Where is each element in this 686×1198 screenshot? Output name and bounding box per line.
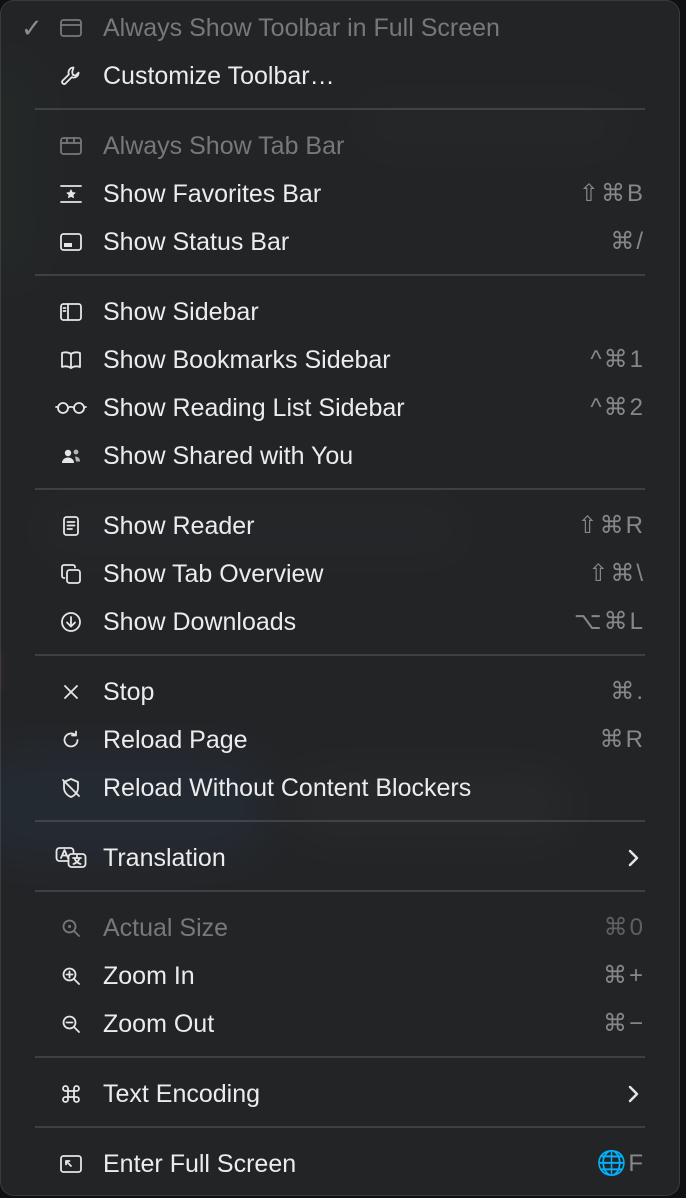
menu-item-label: Show Tab Overview bbox=[103, 560, 324, 588]
keyboard-shortcut: ⌘. bbox=[610, 678, 645, 705]
menu-item-always-show-tab-bar[interactable]: Always Show Tab Bar bbox=[1, 122, 679, 170]
menu-item-label: Enter Full Screen bbox=[103, 1150, 297, 1178]
menu-item-label: Zoom Out bbox=[103, 1010, 215, 1038]
menu-item-customize-toolbar[interactable]: Customize Toolbar… bbox=[1, 52, 679, 100]
keyboard-shortcut: ⌘R bbox=[599, 726, 645, 753]
menu-item-show-reader[interactable]: Show Reader ⇧⌘R bbox=[1, 502, 679, 550]
menu-item-label: Reload Page bbox=[103, 726, 248, 754]
command-icon bbox=[57, 1082, 85, 1106]
window-icon bbox=[57, 16, 85, 40]
menu-item-show-shared-with-you[interactable]: Show Shared with You bbox=[1, 432, 679, 480]
menu-item-label: Reload Without Content Blockers bbox=[103, 774, 472, 802]
menu-separator bbox=[35, 108, 645, 110]
glasses-icon bbox=[53, 396, 89, 420]
keyboard-shortcut: ⌘/ bbox=[610, 228, 645, 255]
menu-item-label: Show Shared with You bbox=[103, 442, 354, 470]
menu-separator bbox=[35, 488, 645, 490]
menu-item-show-status-bar[interactable]: Show Status Bar ⌘/ bbox=[1, 218, 679, 266]
menu-item-label: Always Show Toolbar in Full Screen bbox=[103, 14, 500, 42]
menu-item-label: Show Reader bbox=[103, 512, 255, 540]
menu-separator bbox=[35, 1056, 645, 1058]
chevron-right-icon bbox=[623, 848, 643, 868]
keyboard-shortcut: 🌐F bbox=[596, 1150, 645, 1177]
menu-item-label: Text Encoding bbox=[103, 1080, 261, 1108]
menu-separator bbox=[35, 820, 645, 822]
menu-separator bbox=[35, 890, 645, 892]
shared-people-icon bbox=[57, 444, 85, 468]
view-menu: ✓ Always Show Toolbar in Full Screen Cus… bbox=[0, 0, 680, 1196]
menu-item-label: Customize Toolbar… bbox=[103, 62, 335, 90]
wrench-icon bbox=[57, 64, 85, 88]
keyboard-shortcut: ^⌘2 bbox=[590, 394, 645, 421]
keyboard-shortcut: ⇧⌘\ bbox=[588, 560, 645, 587]
menu-item-show-sidebar[interactable]: Show Sidebar bbox=[1, 288, 679, 336]
download-icon bbox=[57, 610, 85, 634]
menu-item-show-favorites-bar[interactable]: Show Favorites Bar ⇧⌘B bbox=[1, 170, 679, 218]
close-icon bbox=[57, 680, 85, 704]
tab-overview-icon bbox=[57, 562, 85, 586]
menu-item-show-bookmarks-sidebar[interactable]: Show Bookmarks Sidebar ^⌘1 bbox=[1, 336, 679, 384]
status-bar-icon bbox=[57, 230, 85, 254]
keyboard-shortcut: ⌘− bbox=[602, 1010, 645, 1037]
menu-item-label: Show Status Bar bbox=[103, 228, 290, 256]
menu-item-stop[interactable]: Stop ⌘. bbox=[1, 668, 679, 716]
translate-icon bbox=[53, 846, 89, 870]
menu-item-label: Show Reading List Sidebar bbox=[103, 394, 405, 422]
fullscreen-icon bbox=[57, 1152, 85, 1176]
menu-separator bbox=[35, 1126, 645, 1128]
zoom-in-icon bbox=[57, 964, 85, 988]
menu-item-enter-full-screen[interactable]: Enter Full Screen 🌐F bbox=[1, 1140, 679, 1188]
menu-item-label: Actual Size bbox=[103, 914, 229, 942]
shield-slash-icon bbox=[57, 776, 85, 800]
menu-item-always-show-toolbar[interactable]: ✓ Always Show Toolbar in Full Screen bbox=[1, 4, 679, 52]
menu-item-label: Show Favorites Bar bbox=[103, 180, 322, 208]
menu-item-label: Show Downloads bbox=[103, 608, 297, 636]
menu-item-zoom-in[interactable]: Zoom In ⌘+ bbox=[1, 952, 679, 1000]
menu-item-show-downloads[interactable]: Show Downloads ⌥⌘L bbox=[1, 598, 679, 646]
tab-bar-icon bbox=[57, 134, 85, 158]
book-icon bbox=[57, 348, 85, 372]
zoom-out-icon bbox=[57, 1012, 85, 1036]
menu-item-actual-size[interactable]: Actual Size ⌘0 bbox=[1, 904, 679, 952]
menu-item-show-reading-list-sidebar[interactable]: Show Reading List Sidebar ^⌘2 bbox=[1, 384, 679, 432]
keyboard-shortcut: ⇧⌘B bbox=[578, 180, 645, 207]
menu-item-zoom-out[interactable]: Zoom Out ⌘− bbox=[1, 1000, 679, 1048]
reload-icon bbox=[57, 728, 85, 752]
menu-item-label: Show Sidebar bbox=[103, 298, 259, 326]
menu-item-label: Always Show Tab Bar bbox=[103, 132, 345, 160]
menu-item-reload-without-content-blockers[interactable]: Reload Without Content Blockers bbox=[1, 764, 679, 812]
keyboard-shortcut: ⌘+ bbox=[602, 962, 645, 989]
checkmark-icon: ✓ bbox=[21, 13, 43, 43]
menu-item-label: Translation bbox=[103, 844, 226, 872]
keyboard-shortcut: ^⌘1 bbox=[590, 346, 645, 373]
zoom-actual-icon bbox=[57, 916, 85, 940]
menu-item-translation[interactable]: Translation bbox=[1, 834, 679, 882]
sidebar-icon bbox=[57, 300, 85, 324]
menu-item-text-encoding[interactable]: Text Encoding bbox=[1, 1070, 679, 1118]
menu-item-reload-page[interactable]: Reload Page ⌘R bbox=[1, 716, 679, 764]
favorites-bar-icon bbox=[57, 182, 85, 206]
keyboard-shortcut: ⌥⌘L bbox=[573, 608, 645, 635]
menu-separator bbox=[35, 274, 645, 276]
keyboard-shortcut: ⇧⌘R bbox=[577, 512, 645, 539]
chevron-right-icon bbox=[623, 1084, 643, 1104]
menu-item-label: Show Bookmarks Sidebar bbox=[103, 346, 391, 374]
menu-item-label: Stop bbox=[103, 678, 155, 706]
menu-item-show-tab-overview[interactable]: Show Tab Overview ⇧⌘\ bbox=[1, 550, 679, 598]
menu-item-label: Zoom In bbox=[103, 962, 195, 990]
menu-separator bbox=[35, 654, 645, 656]
keyboard-shortcut: ⌘0 bbox=[603, 914, 645, 941]
reader-icon bbox=[57, 514, 85, 538]
